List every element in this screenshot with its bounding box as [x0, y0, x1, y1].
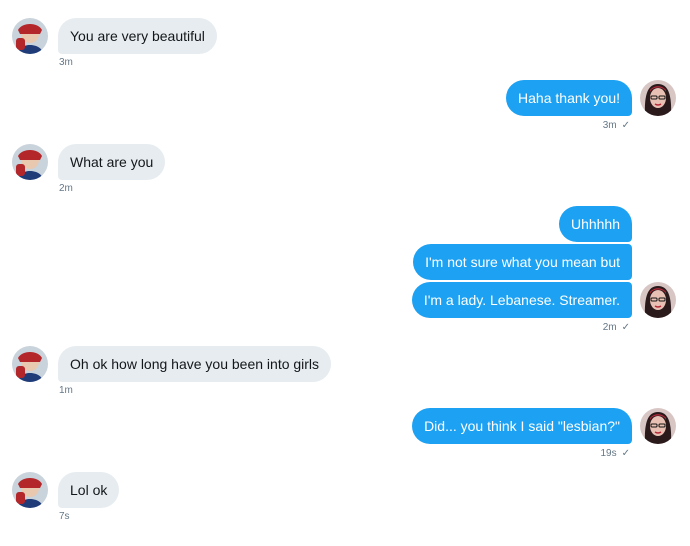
message-bubble-outgoing[interactable]: Haha thank you! — [506, 80, 632, 116]
superhero-avatar-icon — [12, 144, 48, 180]
message-text: I'm not sure what you mean but — [425, 254, 620, 270]
timestamp-text: 19s — [600, 448, 617, 459]
read-receipt-icon: ✓ — [621, 322, 630, 333]
superhero-avatar-icon — [12, 472, 48, 508]
my-avatar[interactable] — [640, 282, 676, 318]
message-bubble-outgoing[interactable]: I'm a lady. Lebanese. Streamer. — [411, 282, 632, 318]
message-text: Oh ok how long have you been into girls — [70, 356, 320, 372]
read-receipt-icon: ✓ — [621, 448, 630, 459]
woman-avatar-icon — [640, 80, 676, 116]
message-bubble-incoming[interactable]: Oh ok how long have you been into girls — [58, 346, 332, 382]
woman-avatar-icon — [640, 282, 676, 318]
message-text: Lol ok — [70, 482, 108, 498]
timestamp-text: 2m — [602, 322, 617, 333]
message-timestamp: 3m ✓ — [603, 119, 630, 133]
message-bubble-incoming[interactable]: Lol ok — [58, 472, 120, 508]
message-text: I'm a lady. Lebanese. Streamer. — [423, 292, 620, 308]
message-bubble-outgoing[interactable]: Did... you think I said "lesbian?" — [412, 408, 632, 444]
message-timestamp: 3m — [59, 56, 73, 70]
my-avatar[interactable] — [640, 408, 676, 444]
sender-avatar[interactable] — [12, 18, 48, 54]
message-text: Did... you think I said "lesbian?" — [424, 418, 620, 434]
read-receipt-icon: ✓ — [621, 120, 630, 131]
message-bubble-incoming[interactable]: You are very beautiful — [58, 18, 217, 54]
woman-avatar-icon — [640, 408, 676, 444]
message-text: You are very beautiful — [70, 28, 205, 44]
message-bubble-outgoing[interactable]: I'm not sure what you mean but — [413, 244, 632, 280]
timestamp-text: 1m — [59, 385, 73, 396]
timestamp-text: 7s — [59, 511, 70, 522]
message-timestamp: 2m ✓ — [603, 321, 630, 335]
superhero-avatar-icon — [12, 346, 48, 382]
timestamp-text: 2m — [59, 183, 73, 194]
message-text: Uhhhhh — [570, 216, 620, 232]
message-text: Haha thank you! — [518, 90, 620, 106]
my-avatar[interactable] — [640, 80, 676, 116]
timestamp-text: 3m — [602, 120, 617, 131]
message-timestamp: 19s ✓ — [600, 447, 630, 461]
sender-avatar[interactable] — [12, 472, 48, 508]
message-timestamp: 2m — [59, 182, 73, 196]
message-bubble-incoming[interactable]: What are you — [58, 144, 166, 180]
message-timestamp: 7s — [59, 510, 70, 524]
message-text: What are you — [70, 154, 154, 170]
message-bubble-outgoing[interactable]: Uhhhhh — [558, 206, 632, 242]
sender-avatar[interactable] — [12, 144, 48, 180]
message-timestamp: 1m — [59, 384, 73, 398]
timestamp-text: 3m — [59, 57, 73, 68]
sender-avatar[interactable] — [12, 346, 48, 382]
superhero-avatar-icon — [12, 18, 48, 54]
